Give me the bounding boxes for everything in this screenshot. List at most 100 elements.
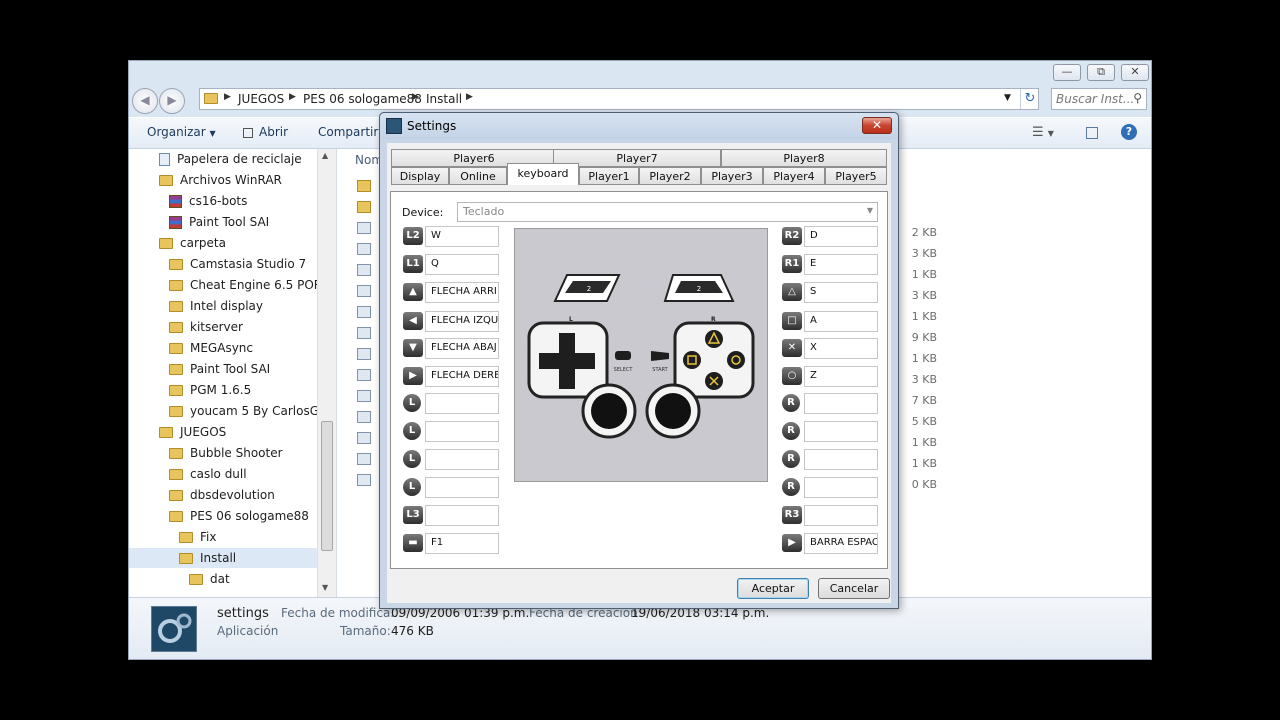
refresh-icon[interactable]: ↻ [1020, 89, 1039, 109]
scroll-up-icon[interactable]: ▲ [322, 151, 328, 160]
left-binding-field[interactable]: FLECHA ARRI [425, 282, 499, 303]
left-binding-field[interactable] [425, 393, 499, 414]
nav-item[interactable]: caslo dull [129, 464, 317, 484]
tab-player5[interactable]: Player5 [825, 167, 887, 185]
nav-item[interactable]: Paint Tool SAI [129, 359, 317, 379]
forward-button[interactable]: ▶ [159, 88, 185, 114]
tab-display[interactable]: Display [391, 167, 449, 185]
folder-icon[interactable] [357, 201, 371, 213]
left-binding-field[interactable]: FLECHA ABAJ [425, 338, 499, 359]
dialog-titlebar[interactable]: Settings ✕ [380, 113, 898, 139]
nav-item[interactable]: Papelera de reciclaje [129, 149, 317, 169]
tab-player2[interactable]: Player2 [639, 167, 701, 185]
left-binding-field[interactable] [425, 477, 499, 498]
nav-item[interactable]: MEGAsync [129, 338, 317, 358]
dialog-close-button[interactable]: ✕ [862, 117, 892, 134]
left-binding-field[interactable]: FLECHA IZQU [425, 311, 499, 332]
file-icon[interactable] [357, 369, 371, 381]
breadcrumb-pes06[interactable]: PES 06 sologame88 [303, 92, 422, 106]
nav-item[interactable]: PGM 1.6.5 [129, 380, 317, 400]
file-icon[interactable] [357, 348, 371, 360]
tab-online[interactable]: Online [449, 167, 507, 185]
right-binding-field[interactable]: BARRA ESPAC [804, 533, 878, 554]
right-binding-field[interactable]: A [804, 311, 878, 332]
address-bar[interactable]: ▶ JUEGOS ▶ PES 06 sologame88 ▶ Install ▶… [199, 88, 1039, 110]
nav-item[interactable]: Install [129, 548, 317, 568]
address-dropdown-icon[interactable]: ▼ [1004, 93, 1011, 103]
dialog-body: Player6 Player7 Player8 Display Online keyboa… [387, 143, 891, 603]
maximize-button[interactable]: ⧉ [1087, 64, 1115, 81]
right-binding-field[interactable]: S [804, 282, 878, 303]
scroll-thumb[interactable] [321, 421, 333, 551]
right-binding-field[interactable]: D [804, 226, 878, 247]
left-binding-field[interactable]: F1 [425, 533, 499, 554]
device-select[interactable]: Teclado ▼ [457, 202, 878, 222]
file-icon[interactable] [357, 474, 371, 486]
left-binding-field[interactable] [425, 505, 499, 526]
tab-player8[interactable]: Player8 [721, 149, 887, 167]
nav-item-label: kitserver [190, 320, 243, 334]
nav-item[interactable]: Cheat Engine 6.5 PORTA [129, 275, 336, 295]
right-binding-field[interactable] [804, 477, 878, 498]
accept-button[interactable]: Aceptar [737, 578, 809, 599]
tab-player3[interactable]: Player3 [701, 167, 763, 185]
view-options-icon[interactable]: ☰ ▼ [1032, 125, 1054, 140]
help-icon[interactable]: ? [1121, 124, 1137, 140]
left-binding-field[interactable]: W [425, 226, 499, 247]
file-icon[interactable] [357, 243, 371, 255]
back-button[interactable]: ◀ [132, 88, 158, 114]
left-binding-field[interactable]: FLECHA DERE [425, 366, 499, 387]
close-button[interactable]: ✕ [1121, 64, 1149, 81]
organize-button[interactable]: Organizar ▼ [147, 125, 216, 139]
search-input[interactable]: Buscar Inst... ⚲ [1051, 88, 1147, 110]
file-icon[interactable] [357, 432, 371, 444]
right-binding-field[interactable] [804, 449, 878, 470]
right-binding-field[interactable] [804, 393, 878, 414]
left-binding-field[interactable] [425, 421, 499, 442]
file-icon[interactable] [357, 453, 371, 465]
nav-item[interactable]: dbsdevolution [129, 485, 317, 505]
nav-item-label: PES 06 sologame88 [190, 509, 309, 523]
file-icon[interactable] [357, 285, 371, 297]
file-icon[interactable] [357, 411, 371, 423]
nav-item[interactable]: Paint Tool SAI [129, 212, 317, 232]
scroll-down-icon[interactable]: ▼ [322, 583, 328, 592]
left-button-icon: ◀ [403, 312, 423, 330]
preview-pane-icon[interactable] [1086, 127, 1098, 139]
nav-item[interactable]: Fix [129, 527, 317, 547]
nav-item[interactable]: Bubble Shooter [129, 443, 317, 463]
right-binding-field[interactable]: Z [804, 366, 878, 387]
breadcrumb-juegos[interactable]: JUEGOS [238, 92, 284, 106]
nav-item[interactable]: PES 06 sologame88 [129, 506, 317, 526]
nav-item[interactable]: carpeta [129, 233, 317, 253]
tab-keyboard[interactable]: keyboard [507, 163, 579, 185]
nav-scrollbar[interactable]: ▲ ▼ [317, 149, 336, 597]
nav-item[interactable]: cs16-bots [129, 191, 317, 211]
breadcrumb-install[interactable]: Install [426, 92, 462, 106]
right-binding-field[interactable]: X [804, 338, 878, 359]
file-icon[interactable] [357, 222, 371, 234]
file-icon[interactable] [357, 264, 371, 276]
right-binding-field[interactable]: E [804, 254, 878, 275]
folder-icon [169, 322, 183, 333]
folder-icon[interactable] [357, 180, 371, 192]
right-binding-field[interactable] [804, 421, 878, 442]
file-icon[interactable] [357, 390, 371, 402]
cancel-button[interactable]: Cancelar [818, 578, 890, 599]
left-binding-field[interactable] [425, 449, 499, 470]
left-binding-field[interactable]: Q [425, 254, 499, 275]
nav-item[interactable]: JUEGOS [129, 422, 317, 442]
nav-item[interactable]: Camstasia Studio 7 [129, 254, 317, 274]
right-binding-field[interactable] [804, 505, 878, 526]
tab-player4[interactable]: Player4 [763, 167, 825, 185]
file-icon[interactable] [357, 327, 371, 339]
nav-item[interactable]: kitserver [129, 317, 317, 337]
nav-item[interactable]: Intel display [129, 296, 317, 316]
nav-item[interactable]: Archivos WinRAR [129, 170, 317, 190]
nav-item[interactable]: dat [129, 569, 317, 589]
tab-player1[interactable]: Player1 [579, 167, 639, 185]
file-icon[interactable] [357, 306, 371, 318]
minimize-button[interactable]: — [1053, 64, 1081, 81]
open-button[interactable]: Abrir [243, 125, 288, 139]
nav-item[interactable]: youcam 5 By CarlosGam [129, 401, 338, 421]
